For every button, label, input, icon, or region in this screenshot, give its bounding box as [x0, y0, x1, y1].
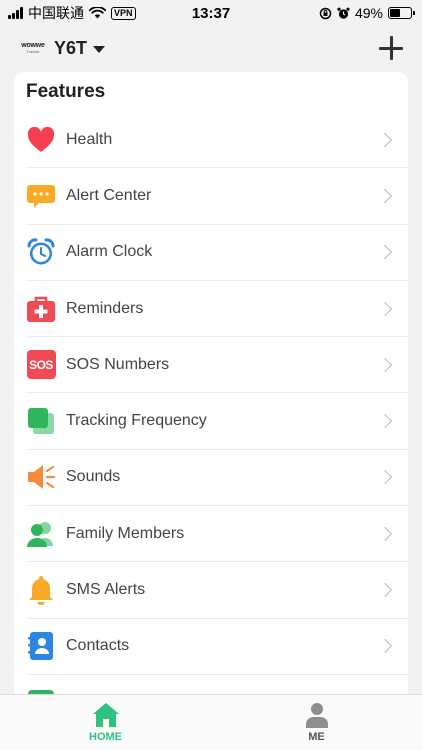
- sos-icon: SOS: [26, 350, 56, 380]
- chevron-right-icon: [377, 639, 393, 654]
- feature-label: Alarm Clock: [66, 243, 153, 261]
- feature-item-alarm-clock[interactable]: Alarm Clock: [26, 225, 408, 281]
- alarm-clock-icon: [26, 237, 56, 267]
- feature-label: Family Members: [66, 524, 185, 542]
- contact-book-icon: [26, 631, 56, 661]
- chevron-right-icon: [377, 414, 393, 429]
- feature-item-family-members[interactable]: Family Members: [26, 506, 408, 563]
- chevron-right-icon: [377, 301, 393, 316]
- person-icon: [305, 703, 328, 728]
- alarm-status-icon: [337, 7, 350, 19]
- bell-icon: [26, 575, 56, 606]
- speaker-icon: [26, 462, 56, 492]
- tab-me[interactable]: ME: [211, 695, 422, 750]
- home-icon: [92, 703, 119, 727]
- tab-bar: HOME ME: [0, 694, 422, 750]
- chat-bubble-icon: [26, 181, 56, 211]
- feature-label: SOS Numbers: [66, 355, 170, 373]
- feature-label: Reminders: [66, 299, 144, 317]
- feature-item-tracking-frequency[interactable]: Tracking Frequency: [26, 393, 408, 450]
- signal-icon: [8, 7, 23, 19]
- caret-down-icon: [93, 45, 106, 53]
- people-icon: [26, 519, 56, 549]
- chevron-right-icon: [377, 188, 393, 204]
- tab-home[interactable]: HOME: [0, 695, 211, 750]
- heart-icon: [26, 125, 56, 155]
- feature-label: Sounds: [66, 468, 121, 486]
- logo-subtext: Tracker: [26, 49, 40, 54]
- chevron-right-icon: [377, 470, 393, 485]
- feature-item-reminders[interactable]: Reminders: [26, 281, 408, 338]
- tab-home-label: HOME: [89, 731, 122, 743]
- brand-logo: wowwe Tracker: [18, 38, 48, 58]
- feature-label: Contacts: [66, 637, 130, 655]
- first-aid-kit-icon: [26, 294, 56, 324]
- vpn-badge: VPN: [111, 6, 136, 20]
- carrier-name: 中国联通: [28, 5, 84, 21]
- chevron-right-icon: [377, 582, 393, 598]
- feature-item-sms-alerts[interactable]: SMS Alerts: [26, 562, 408, 619]
- feature-item-sos-numbers[interactable]: SOS SOS Numbers: [26, 337, 408, 394]
- wifi-icon: [89, 7, 106, 19]
- device-name: Y6T: [54, 37, 88, 58]
- status-time: 13:37: [191, 4, 231, 22]
- chevron-right-icon: [377, 132, 393, 147]
- feature-label: Tracking Frequency: [66, 412, 207, 430]
- feature-list: Health Alert Center Alarm Clock Reminder…: [14, 112, 408, 694]
- chevron-right-icon: [377, 357, 393, 372]
- feature-item-sounds[interactable]: Sounds: [26, 450, 408, 507]
- status-bar: 中国联通 VPN 13:37 49%: [0, 0, 422, 26]
- logo-text: wowwe: [21, 42, 45, 49]
- device-selector[interactable]: wowwe Tracker Y6T: [18, 37, 106, 59]
- battery-percent: 49%: [354, 5, 383, 21]
- battery-fill: [390, 9, 400, 17]
- sos-icon-text: SOS: [26, 350, 56, 380]
- chevron-right-icon: [377, 526, 393, 541]
- feature-item-alert-center[interactable]: Alert Center: [26, 168, 408, 225]
- tracking-squares-icon: [26, 406, 56, 436]
- feature-item-contacts[interactable]: Contacts: [26, 619, 408, 675]
- orientation-lock-icon: [319, 7, 332, 19]
- battery-icon: [388, 7, 415, 19]
- features-title: Features: [26, 81, 106, 102]
- feature-label: Health: [66, 130, 113, 148]
- add-device-button[interactable]: [378, 35, 404, 61]
- status-left: 中国联通 VPN: [8, 3, 136, 23]
- chevron-right-icon: [377, 245, 393, 260]
- features-card: Features Health Alert Center Alarm Clock…: [14, 72, 408, 694]
- feature-label: Alert Center: [66, 186, 152, 204]
- tab-me-label: ME: [308, 731, 325, 743]
- feature-label: SMS Alerts: [66, 581, 146, 599]
- header: wowwe Tracker Y6T: [0, 30, 422, 66]
- feature-item-health[interactable]: Health: [26, 112, 408, 169]
- feature-item-partial[interactable]: [26, 675, 408, 694]
- status-right: 49%: [319, 5, 415, 21]
